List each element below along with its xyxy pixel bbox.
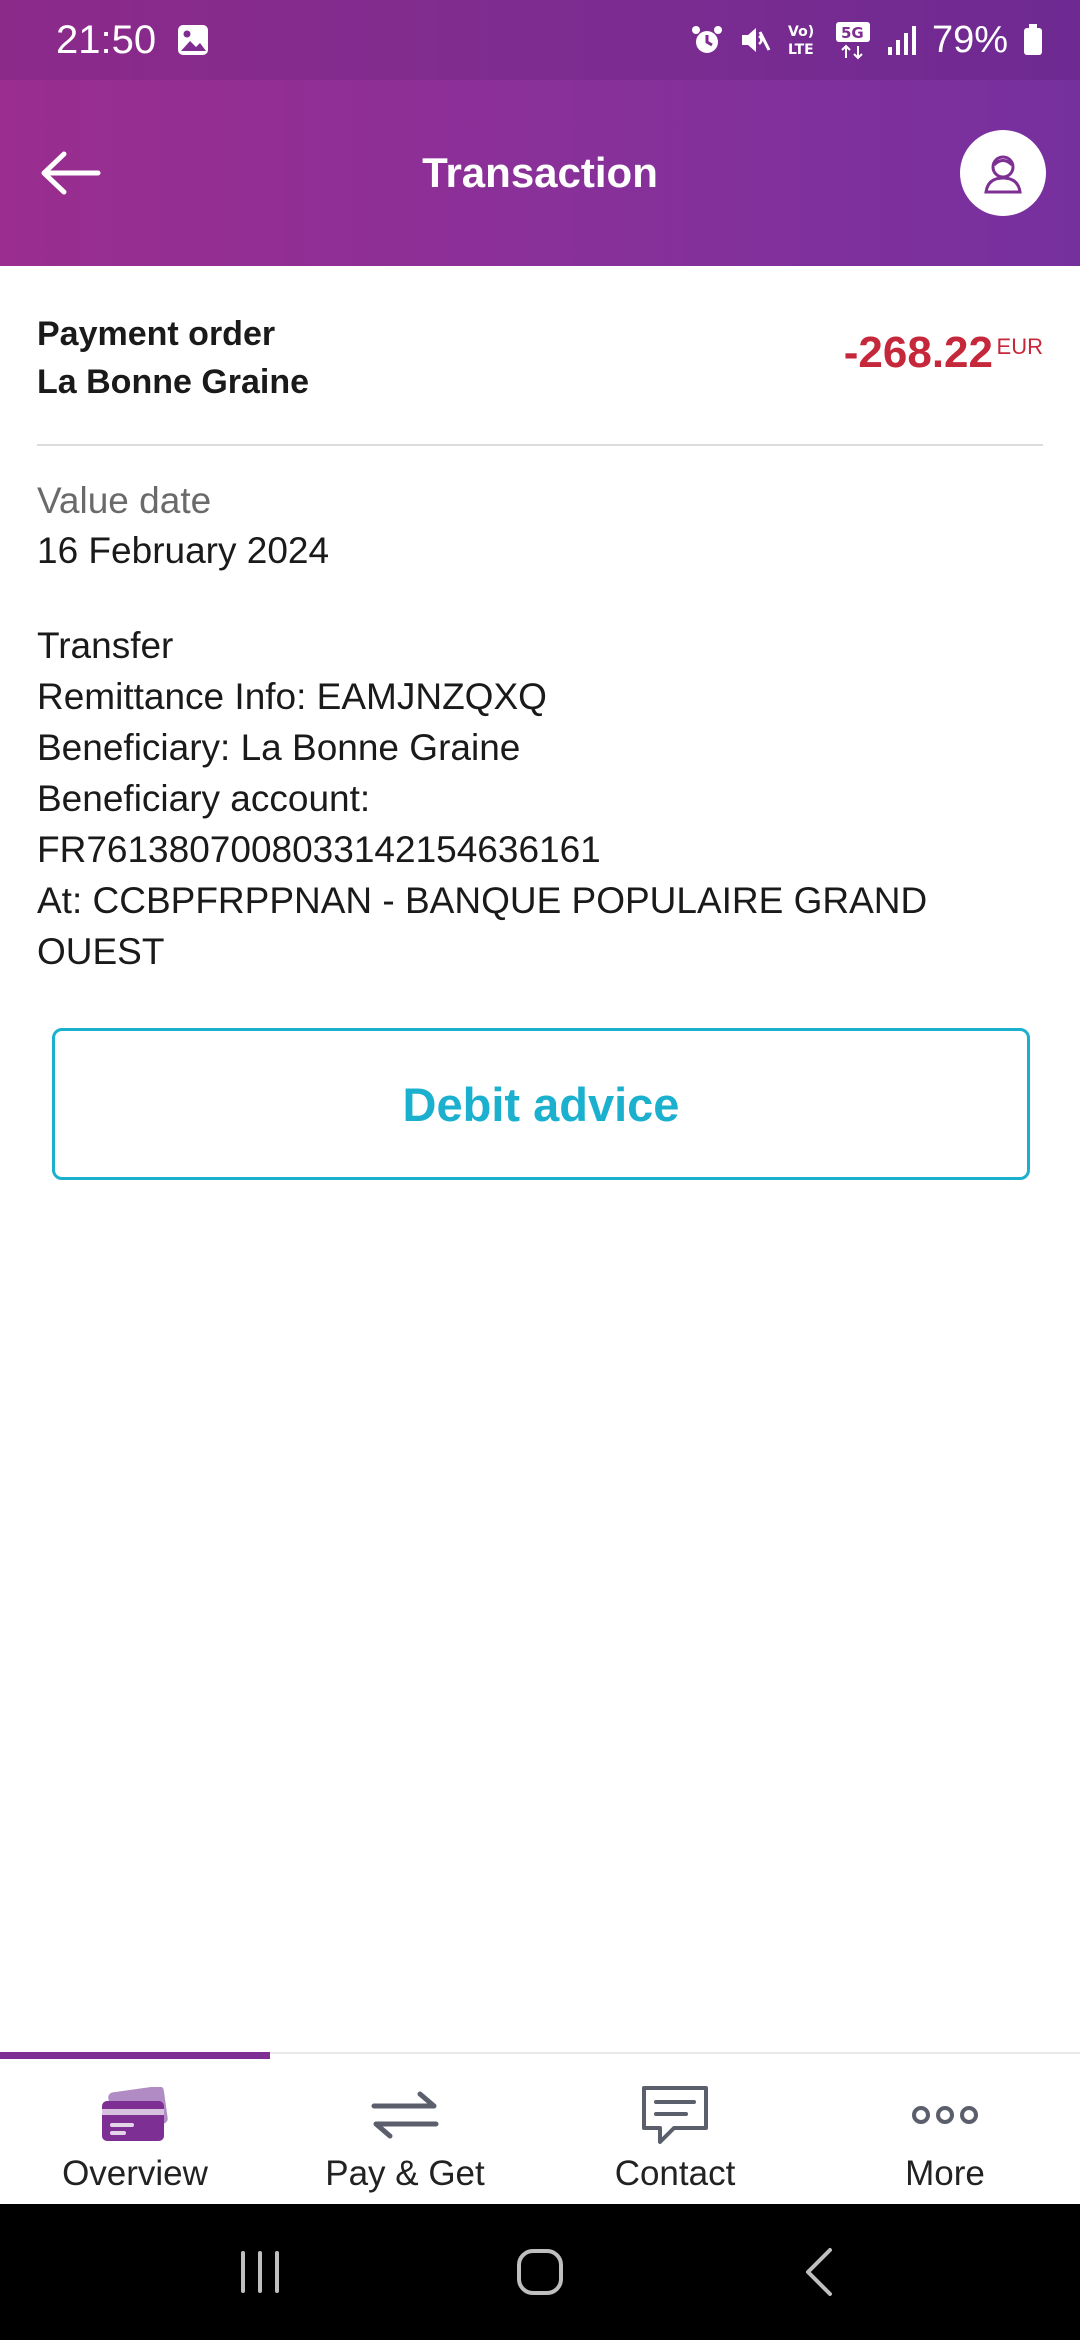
alarm-icon (690, 23, 724, 57)
nav-item-more[interactable]: More (810, 2054, 1080, 2206)
signal-strength-icon (886, 23, 918, 57)
svg-text:Vo): Vo) (788, 24, 814, 40)
transaction-type: Payment order (37, 315, 276, 353)
system-navigation-bar (0, 2204, 1080, 2340)
detail-line: Beneficiary: La Bonne Graine (37, 727, 521, 768)
recent-apps-button[interactable] (200, 2232, 320, 2312)
arrow-left-icon (41, 151, 101, 195)
transaction-detail: Payment order La Bonne Graine -268.22 EU… (0, 266, 1080, 1180)
nav-label: Overview (62, 2154, 208, 2193)
5g-network-icon: 5G (834, 20, 872, 60)
transfer-arrows-icon (360, 2084, 450, 2146)
nav-item-overview[interactable]: Overview (0, 2054, 270, 2206)
transaction-amount: -268.22 (843, 328, 993, 377)
recent-apps-icon (241, 2251, 279, 2293)
battery-percentage: 79% (931, 18, 1008, 61)
home-icon (517, 2249, 563, 2295)
system-back-button[interactable] (760, 2232, 880, 2312)
chat-bubble-icon (630, 2084, 720, 2146)
chevron-left-icon (806, 2248, 832, 2296)
mute-icon (738, 23, 772, 57)
status-bar: 21:50 Vo) LTE 5G 79% (0, 0, 1080, 80)
nav-label: Pay & Get (325, 2154, 485, 2193)
transaction-header: Payment order La Bonne Graine -268.22 EU… (37, 266, 1043, 446)
page-title: Transaction (422, 149, 658, 196)
nav-item-contact[interactable]: Contact (540, 2054, 810, 2206)
detail-line: At: CCBPFRPPNAN - BANQUE POPULAIRE GRAND… (37, 880, 928, 972)
transaction-details: Transfer Remittance Info: EAMJNZQXQ Bene… (37, 620, 1057, 977)
battery-icon (1022, 23, 1044, 57)
detail-line: Transfer (37, 625, 174, 666)
value-date-label: Value date (37, 480, 212, 521)
app-bar: Transaction (0, 80, 1080, 266)
network-type-label: 5G (841, 24, 864, 42)
status-time: 21:50 (56, 17, 157, 62)
gallery-notification-icon (176, 23, 210, 57)
debit-advice-button[interactable]: Debit advice (52, 1028, 1030, 1180)
detail-line: Beneficiary account: (37, 778, 371, 819)
nav-label: Contact (614, 2154, 736, 2193)
profile-button[interactable] (960, 130, 1046, 216)
nav-item-pay-and-get[interactable]: Pay & Get (270, 2054, 540, 2206)
svg-text:LTE: LTE (788, 42, 814, 58)
value-date: 16 February 2024 (37, 530, 330, 571)
bottom-navigation: Overview Pay & Get Contact More (0, 2052, 1080, 2204)
back-button[interactable] (36, 138, 106, 208)
transaction-currency: EUR (996, 334, 1043, 359)
cards-icon (90, 2084, 180, 2146)
home-button[interactable] (480, 2232, 600, 2312)
active-tab-indicator (0, 2052, 270, 2059)
volte-icon: Vo) LTE (786, 20, 820, 60)
user-profile-icon (984, 155, 1022, 194)
detail-line: Remittance Info: EAMJNZQXQ (37, 676, 547, 717)
more-dots-icon (900, 2084, 990, 2146)
nav-label: More (905, 2154, 985, 2193)
detail-line: FR7613807008033142154636161 (37, 829, 601, 870)
counterparty-name: La Bonne Graine (37, 363, 310, 401)
